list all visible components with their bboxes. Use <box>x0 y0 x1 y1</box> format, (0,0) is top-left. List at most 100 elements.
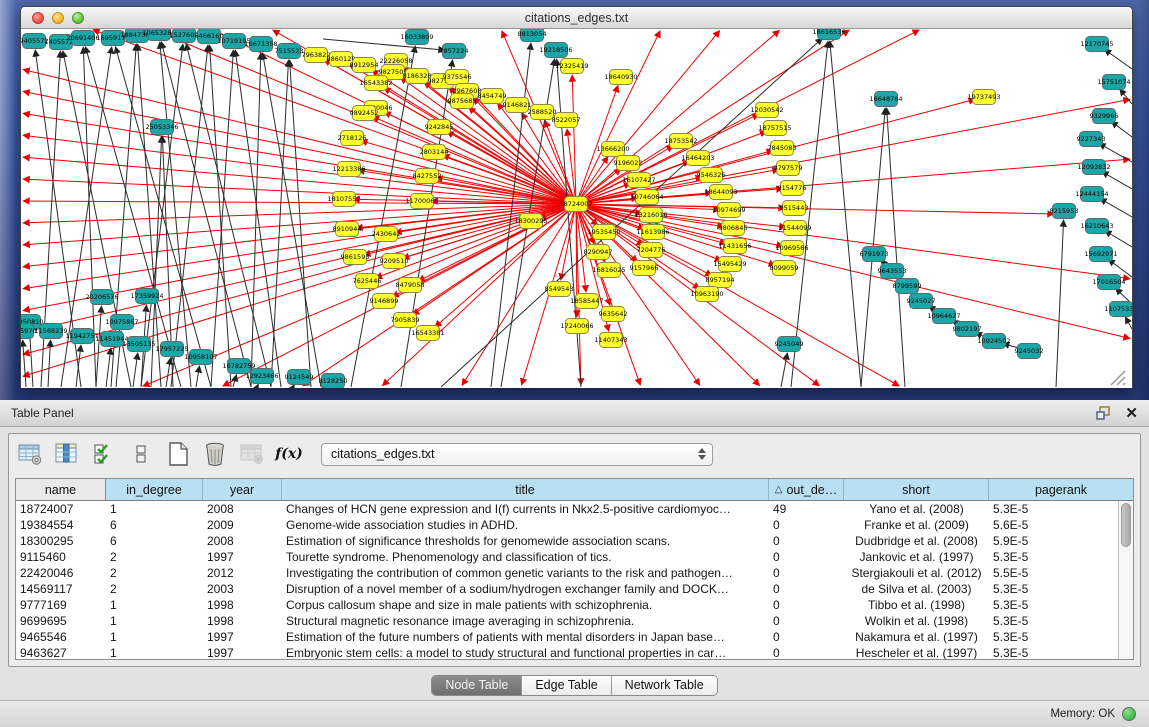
graph-node[interactable]: 12093832 <box>1077 160 1110 175</box>
graph-node[interactable]: 10975867 <box>105 315 138 330</box>
graph-node[interactable]: 8813054 <box>518 29 547 42</box>
graph-node[interactable]: 2718126 <box>338 131 367 146</box>
graph-node[interactable]: 16543381 <box>411 326 444 341</box>
graph-node[interactable]: 9375546 <box>443 70 472 85</box>
graph-node[interactable]: 10974699 <box>712 203 745 218</box>
graph-node[interactable]: 9209510 <box>380 254 409 269</box>
graph-node[interactable]: 12030542 <box>750 103 783 118</box>
graph-node[interactable]: 18616536 <box>812 29 845 40</box>
tab-network-table[interactable]: Network Table <box>612 676 717 695</box>
graph-node[interactable]: 20691406 <box>66 31 99 46</box>
table-row[interactable]: 946362711997Embryonic stem cells: a mode… <box>16 645 1133 659</box>
graph-node[interactable]: 15751074 <box>1097 75 1130 90</box>
graph-node[interactable]: 9875685 <box>448 94 477 109</box>
graph-node[interactable]: 9196022 <box>614 156 643 171</box>
graph-node[interactable]: 8910944 <box>333 222 362 237</box>
graph-node[interactable]: 17016504 <box>1092 275 1125 290</box>
graph-node[interactable]: 19737493 <box>967 90 1000 105</box>
graph-node[interactable]: 8912954 <box>350 58 379 73</box>
graph-node[interactable]: 7625446 <box>353 274 382 289</box>
graph-node[interactable]: 15692971 <box>1084 247 1117 262</box>
graph-node[interactable]: 9329966 <box>1090 109 1119 124</box>
column-header-in_degree[interactable]: in_degree <box>106 479 203 501</box>
graph-node[interactable]: 8099059 <box>770 261 799 276</box>
graph-node[interactable]: 9861593 <box>341 250 370 265</box>
graph-node[interactable]: 9245032 <box>1015 344 1044 359</box>
graph-node[interactable]: 8797579 <box>774 161 803 176</box>
table-row[interactable]: 2242004622012Investigating the contribut… <box>16 565 1133 581</box>
tab-edge-table[interactable]: Edge Table <box>522 676 611 695</box>
table-row[interactable]: 1872400712008Changes of HCN gene express… <box>16 501 1133 517</box>
table-vertical-scrollbar[interactable] <box>1118 501 1133 659</box>
network-window[interactable]: citations_edges.txt 18724007183002957963… <box>20 6 1133 388</box>
graph-node[interactable]: 17359924 <box>130 289 163 304</box>
graph-node[interactable]: 11075334 <box>1104 302 1132 317</box>
column-header-short[interactable]: short <box>844 479 989 501</box>
graph-node[interactable]: 8549543 <box>545 282 574 297</box>
graph-node[interactable]: 10964627 <box>927 309 960 324</box>
graph-node[interactable]: 16671358 <box>244 37 277 52</box>
graph-node[interactable]: 7204776 <box>637 243 666 258</box>
graph-node[interactable]: 11431656 <box>718 239 751 254</box>
table-row[interactable]: 1456911722003Disruption of a novel membe… <box>16 581 1133 597</box>
graph-node[interactable]: 6791973 <box>860 247 889 262</box>
resize-grip-icon[interactable] <box>1111 371 1125 385</box>
graph-node[interactable]: 17240066 <box>560 319 593 334</box>
graph-node[interactable]: 18300295 <box>514 214 547 229</box>
graph-node[interactable]: 11700066 <box>405 194 438 209</box>
graph-node[interactable]: 16816025 <box>592 263 625 278</box>
column-header-name[interactable]: name <box>16 479 106 501</box>
graph-node[interactable]: 10963190 <box>690 287 723 302</box>
graph-node[interactable]: 7905839 <box>391 313 420 328</box>
column-header-year[interactable]: year <box>203 479 282 501</box>
table-row[interactable]: 946554611997Estimation of the future num… <box>16 629 1133 645</box>
graph-node[interactable]: 13666200 <box>596 142 629 157</box>
graph-node[interactable]: 12213386 <box>332 162 365 177</box>
graph-node[interactable]: 25053346 <box>145 120 178 135</box>
delete-trash-icon[interactable] <box>202 441 228 467</box>
graph-node[interactable]: 12170745 <box>1080 37 1113 52</box>
graph-node[interactable]: 8479058 <box>396 278 425 293</box>
graph-node[interactable]: 11407343 <box>594 333 627 348</box>
graph-node[interactable]: 9245049 <box>775 337 804 352</box>
graph-node[interactable]: 2430642 <box>372 227 401 242</box>
graph-node[interactable]: 7857224 <box>440 44 469 59</box>
graph-node[interactable]: 13505135 <box>122 337 155 352</box>
graph-node[interactable]: 13216016 <box>634 208 667 223</box>
table-select-dropdown[interactable]: citations_edges.txt <box>321 443 713 466</box>
table-settings-icon[interactable] <box>17 441 43 467</box>
graph-node[interactable]: 9157966 <box>630 261 659 276</box>
table-row[interactable]: 1830029562008Estimation of significance … <box>16 533 1133 549</box>
minimize-window-icon[interactable] <box>52 12 64 24</box>
close-icon[interactable]: ✕ <box>1125 406 1138 421</box>
graph-node[interactable]: 9635642 <box>599 307 628 322</box>
graph-node[interactable]: 7515523 <box>275 44 304 59</box>
graph-node[interactable]: 9245027 <box>907 294 936 309</box>
table-row[interactable]: 1938455462009Genome-wide association stu… <box>16 517 1133 533</box>
graph-node[interactable]: 8957194 <box>706 273 735 288</box>
tab-node-table[interactable]: Node Table <box>432 676 522 695</box>
graph-node[interactable]: 20206576 <box>85 290 118 305</box>
graph-node[interactable]: 10746064 <box>630 190 663 205</box>
graph-node[interactable]: 10924502 <box>977 334 1010 349</box>
graph-node[interactable]: 9154776 <box>778 181 807 196</box>
graph-node[interactable]: 16033809 <box>400 30 433 45</box>
graph-node[interactable]: 9515443 <box>780 201 809 216</box>
graph-node[interactable]: 8427552 <box>413 169 442 184</box>
graph-node[interactable]: 10958107 <box>184 350 217 365</box>
graph-node[interactable]: 9124549 <box>285 370 314 385</box>
graph-node[interactable]: 19218506 <box>539 43 572 58</box>
graph-node[interactable]: 11544099 <box>778 221 811 236</box>
graph-node[interactable]: 8522057 <box>552 113 581 128</box>
network-window-titlebar[interactable]: citations_edges.txt <box>21 7 1132 29</box>
graph-node[interactable]: 9806845 <box>719 221 748 236</box>
function-builder-icon[interactable]: f(x) <box>276 441 302 467</box>
graph-node[interactable]: 11942757 <box>65 329 98 344</box>
graph-node[interactable]: 9546326 <box>697 168 726 183</box>
column-header-title[interactable]: title <box>282 479 769 501</box>
graph-node[interactable]: 16543382 <box>359 76 392 91</box>
graph-node[interactable]: 18724007 <box>559 197 592 212</box>
scrollbar-thumb[interactable] <box>1121 503 1131 547</box>
graph-node[interactable]: 9892452 <box>350 106 379 121</box>
graph-node[interactable]: 8799599 <box>893 279 922 294</box>
